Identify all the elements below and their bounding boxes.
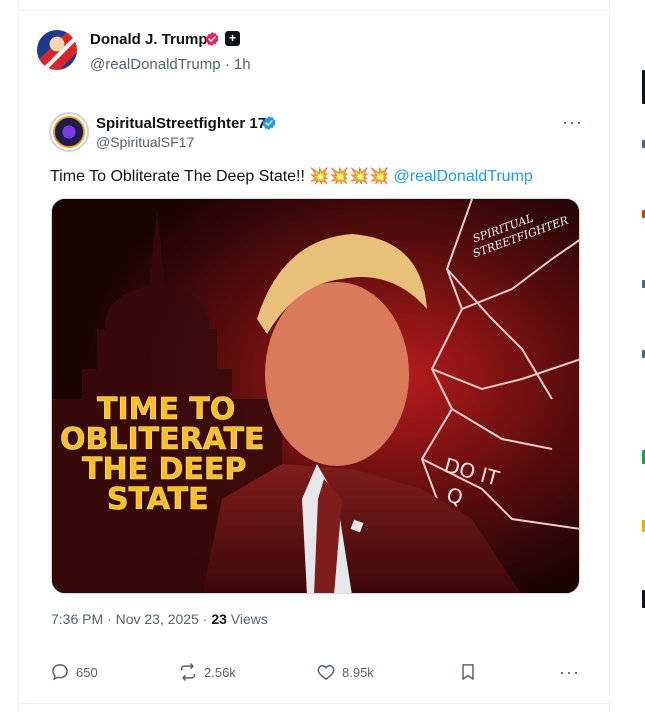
bookmark-button[interactable] [458,661,484,683]
author-handle[interactable]: @realDonaldTrump [90,56,221,73]
left-gutter [0,0,18,712]
post-time[interactable]: 1h [234,56,251,73]
post-timestamp: 7:36 PM · Nov 23, 2025 · 23 Views [51,611,268,627]
time-separator: · [224,56,230,73]
quoted-author-avatar[interactable] [49,112,89,152]
bookmark-icon [462,664,474,680]
quoted-author-handle[interactable]: @SpiritualSF17 [96,134,194,150]
views-count: 23 [211,611,227,627]
author-handle-row: @realDonaldTrump · 1h [90,56,251,73]
divider [18,703,610,704]
repost-icon [181,663,195,681]
mention-link[interactable]: @realDonaldTrump [394,168,533,185]
timestamp-text[interactable]: 7:36 PM · Nov 23, 2025 · [51,611,211,627]
collision-emojis: 💥💥💥💥 [309,168,390,185]
verified-badge-icon [262,116,276,130]
heart-icon [317,665,335,680]
like-button[interactable]: 8.95k [316,661,374,683]
quoted-author-name[interactable]: SpiritualStreetfighter 17 [96,115,266,132]
reply-count: 650 [76,664,98,680]
divider [18,10,610,11]
views-label: Views [226,611,268,627]
reply-icon [52,664,68,681]
image-illustration: TIME TO OBLITERATE THE DEEP STATE SPIRIT… [52,199,579,593]
quoted-post-text: Time To Obliterate The Deep State!! 💥💥💥💥… [50,166,533,186]
post-image[interactable]: TIME TO OBLITERATE THE DEEP STATE SPIRIT… [51,198,580,594]
post-body: Time To Obliterate The Deep State!! [50,168,305,185]
image-text-line-4: STATE [107,482,209,517]
share-more-button[interactable]: ··· [559,661,580,683]
repost-button[interactable]: 2.56k [178,661,236,683]
author-avatar[interactable] [37,30,77,70]
repost-count: 2.56k [204,664,236,680]
more-options-button[interactable]: ··· [562,112,583,133]
reply-button[interactable]: 650 [50,661,98,683]
author-name[interactable]: Donald J. Trump [90,31,208,48]
verified-badge-icon [205,32,219,46]
like-count: 8.95k [342,664,374,680]
affiliate-badge-icon: + [225,31,240,46]
